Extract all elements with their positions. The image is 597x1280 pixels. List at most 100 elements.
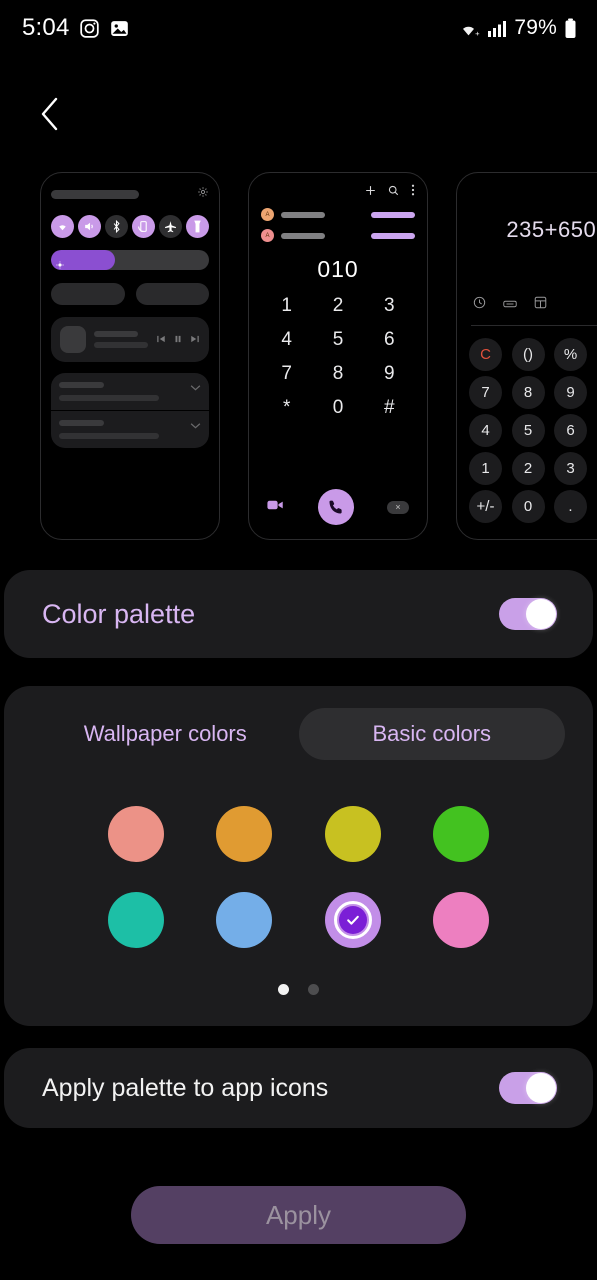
- dial-key[interactable]: #: [364, 394, 415, 422]
- dial-key[interactable]: 4: [261, 326, 312, 354]
- notification-row[interactable]: [51, 373, 209, 411]
- dial-key[interactable]: 8: [312, 360, 363, 388]
- color-swatch-green[interactable]: [433, 806, 489, 862]
- calc-key[interactable]: %: [554, 338, 587, 371]
- dialer-actions[interactable]: [261, 489, 415, 539]
- quick-pills[interactable]: [51, 283, 209, 305]
- calc-key[interactable]: (): [512, 338, 545, 371]
- color-source-tabs[interactable]: Wallpaper colors Basic colors: [4, 708, 593, 760]
- dial-key[interactable]: 7: [261, 360, 312, 388]
- apply-palette-app-icons-card: Apply palette to app icons: [4, 1048, 593, 1128]
- calculator-preview[interactable]: 235+650+37 126 C () % ÷ 7 8: [456, 172, 597, 540]
- pill-left[interactable]: [51, 283, 125, 305]
- calc-key[interactable]: .: [554, 490, 587, 523]
- calc-key[interactable]: 5: [512, 414, 545, 447]
- color-swatch-orange[interactable]: [216, 806, 272, 862]
- contact-row[interactable]: A: [261, 229, 415, 242]
- dialer-top-icons[interactable]: [261, 183, 415, 201]
- brightness-icon: [56, 256, 64, 264]
- color-palette-toggle[interactable]: [499, 598, 557, 630]
- backspace-icon[interactable]: [387, 501, 409, 514]
- calc-key[interactable]: 7: [469, 376, 502, 409]
- pill-right[interactable]: [136, 283, 210, 305]
- calc-key[interactable]: C: [469, 338, 502, 371]
- tab-basic-colors[interactable]: Basic colors: [299, 708, 566, 760]
- calc-key[interactable]: +/-: [469, 490, 502, 523]
- apply-palette-app-icons-toggle[interactable]: [499, 1072, 557, 1104]
- album-art: [60, 326, 86, 353]
- page-dot-1[interactable]: [278, 984, 289, 995]
- auto-rotate-icon[interactable]: [132, 215, 155, 238]
- dial-pad[interactable]: 1 2 3 4 5 6 7 8 9 * 0 #: [261, 292, 415, 422]
- dial-key[interactable]: 6: [364, 326, 415, 354]
- calc-key[interactable]: 1: [469, 452, 502, 485]
- history-icon[interactable]: [473, 296, 486, 314]
- dialer-suggestions[interactable]: A A: [261, 208, 415, 242]
- keyboard-icon[interactable]: [503, 296, 517, 314]
- preview-carousel[interactable]: A A 010 1 2 3 4 5 6 7 8 9: [0, 172, 597, 540]
- video-call-icon[interactable]: [267, 498, 284, 516]
- calc-key[interactable]: 6: [554, 414, 587, 447]
- pause-icon[interactable]: [173, 331, 183, 349]
- contact-name-placeholder: [281, 233, 325, 239]
- notification-list[interactable]: [51, 373, 209, 448]
- chevron-down-icon[interactable]: [190, 383, 201, 393]
- status-bar: 5:04 +: [0, 0, 597, 56]
- contact-row[interactable]: A: [261, 208, 415, 221]
- calc-key[interactable]: 9: [554, 376, 587, 409]
- media-player-card[interactable]: [51, 317, 209, 362]
- airplane-mode-icon[interactable]: [159, 215, 182, 238]
- battery-percent: 79%: [514, 16, 557, 40]
- next-icon[interactable]: [190, 331, 200, 349]
- search-icon[interactable]: [388, 183, 399, 201]
- color-swatch-grid[interactable]: [4, 760, 593, 948]
- dial-key[interactable]: 9: [364, 360, 415, 388]
- page-indicator[interactable]: [4, 984, 593, 995]
- quick-panel-preview[interactable]: [40, 172, 220, 540]
- back-button[interactable]: [26, 92, 74, 140]
- dialed-number: 010: [261, 256, 415, 283]
- color-swatch-light-blue[interactable]: [216, 892, 272, 948]
- contact-number-placeholder: [371, 233, 415, 239]
- previous-icon[interactable]: [156, 331, 166, 349]
- tab-wallpaper-colors[interactable]: Wallpaper colors: [32, 708, 299, 760]
- notification-row[interactable]: [51, 411, 209, 448]
- dial-key[interactable]: 3: [364, 292, 415, 320]
- color-swatch-lilac-purple[interactable]: [325, 892, 381, 948]
- dial-key[interactable]: 5: [312, 326, 363, 354]
- dial-key[interactable]: *: [261, 394, 312, 422]
- status-time: 5:04: [22, 14, 70, 42]
- dial-key[interactable]: 2: [312, 292, 363, 320]
- wifi-icon[interactable]: [51, 215, 74, 238]
- calc-key[interactable]: 0: [512, 490, 545, 523]
- brightness-slider[interactable]: [51, 250, 209, 270]
- more-options-icon[interactable]: [411, 183, 415, 201]
- media-controls[interactable]: [156, 331, 200, 349]
- sound-icon[interactable]: [78, 215, 101, 238]
- wifi-icon: +: [457, 19, 480, 38]
- calc-key[interactable]: 3: [554, 452, 587, 485]
- quick-toggles[interactable]: [51, 215, 209, 238]
- toggle-thumb: [526, 599, 556, 629]
- color-swatch-olive-yellow[interactable]: [325, 806, 381, 862]
- call-icon[interactable]: [318, 489, 354, 525]
- color-swatch-salmon[interactable]: [108, 806, 164, 862]
- add-contact-icon[interactable]: [365, 183, 376, 201]
- calculator-tools[interactable]: [457, 280, 597, 325]
- apply-button[interactable]: Apply: [131, 1186, 466, 1244]
- flashlight-icon[interactable]: [186, 215, 209, 238]
- page-dot-2[interactable]: [308, 984, 319, 995]
- chevron-down-icon[interactable]: [190, 421, 201, 431]
- dialer-preview[interactable]: A A 010 1 2 3 4 5 6 7 8 9: [248, 172, 428, 540]
- color-swatch-pink[interactable]: [433, 892, 489, 948]
- calc-key[interactable]: 8: [512, 376, 545, 409]
- bluetooth-icon[interactable]: [105, 215, 128, 238]
- calculator-expression: 235+650+37: [457, 173, 597, 243]
- color-swatch-teal[interactable]: [108, 892, 164, 948]
- dial-key[interactable]: 1: [261, 292, 312, 320]
- calc-key[interactable]: 2: [512, 452, 545, 485]
- converter-icon[interactable]: [534, 296, 547, 314]
- calc-key[interactable]: 4: [469, 414, 502, 447]
- calculator-keypad[interactable]: C () % ÷ 7 8 9 × 4 5 6 − 1 2 3 + +/- 0 .…: [457, 326, 597, 523]
- dial-key[interactable]: 0: [312, 394, 363, 422]
